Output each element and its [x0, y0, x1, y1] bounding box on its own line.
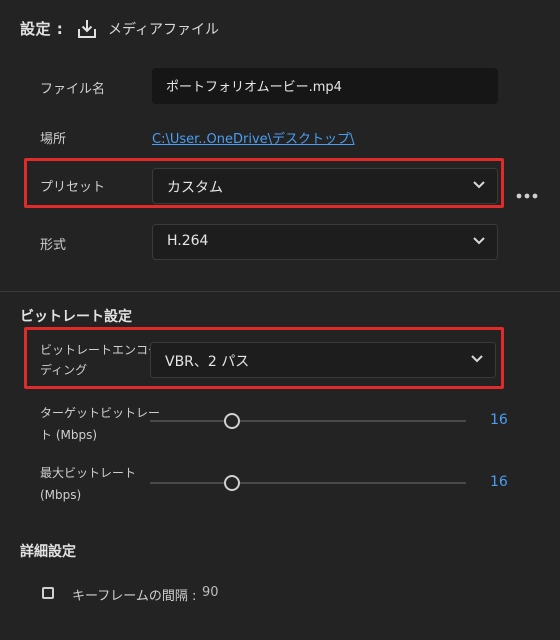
chevron-down-icon — [471, 355, 483, 363]
target-bitrate-slider[interactable] — [150, 420, 466, 422]
filename-label: ファイル名 — [40, 82, 106, 97]
keyframe-checkbox[interactable] — [42, 587, 54, 599]
target-bitrate-label-line1: ターゲットビットレー — [40, 406, 161, 420]
media-file-label: メディアファイル — [108, 22, 220, 38]
preset-label: プリセット — [40, 180, 106, 195]
max-bitrate-value[interactable]: 16 — [490, 474, 508, 490]
chevron-down-icon — [473, 181, 485, 189]
preset-value: カスタム — [167, 180, 223, 196]
download-icon — [76, 18, 98, 40]
format-label: 形式 — [40, 238, 67, 253]
max-bitrate-label-line2: (Mbps) — [40, 488, 82, 502]
encoding-label: ビットレートエンコー ディング — [40, 340, 160, 380]
divider — [0, 291, 560, 292]
encoding-label-line2: ディング — [40, 363, 88, 377]
location-label: 場所 — [40, 132, 67, 147]
location-link[interactable]: C:\User..OneDrive\デスクトップ\ — [152, 128, 354, 147]
filename-input[interactable]: ポートフォリオムービー.mp4 — [152, 68, 498, 104]
target-bitrate-slider-thumb[interactable] — [224, 413, 241, 429]
encoding-dropdown[interactable]: VBR、2 パス — [150, 342, 496, 378]
bitrate-section-title: ビットレート設定 — [20, 309, 132, 325]
target-bitrate-value[interactable]: 16 — [490, 412, 508, 428]
max-bitrate-slider[interactable] — [150, 482, 466, 484]
keyframe-label: キーフレームの間隔 : — [72, 589, 197, 604]
encoding-value: VBR、2 パス — [165, 354, 250, 370]
target-bitrate-label: ターゲットビットレー ト (Mbps) — [40, 402, 160, 446]
max-bitrate-label: 最大ビットレート (Mbps) — [40, 462, 136, 506]
format-dropdown[interactable]: H.264 — [152, 224, 498, 260]
panel-title: 設定 : — [20, 20, 64, 38]
max-bitrate-label-line1: 最大ビットレート — [40, 466, 137, 480]
chevron-down-icon — [473, 237, 485, 245]
more-options-icon[interactable] — [516, 184, 538, 199]
max-bitrate-slider-thumb[interactable] — [224, 475, 241, 491]
format-value: H.264 — [167, 233, 209, 249]
target-bitrate-label-line2: ト (Mbps) — [40, 428, 98, 442]
keyframe-value[interactable]: 90 — [202, 585, 219, 600]
encoding-label-line1: ビットレートエンコー — [40, 343, 161, 357]
preset-dropdown[interactable]: カスタム — [152, 168, 498, 204]
advanced-section-title: 詳細設定 — [20, 544, 76, 560]
